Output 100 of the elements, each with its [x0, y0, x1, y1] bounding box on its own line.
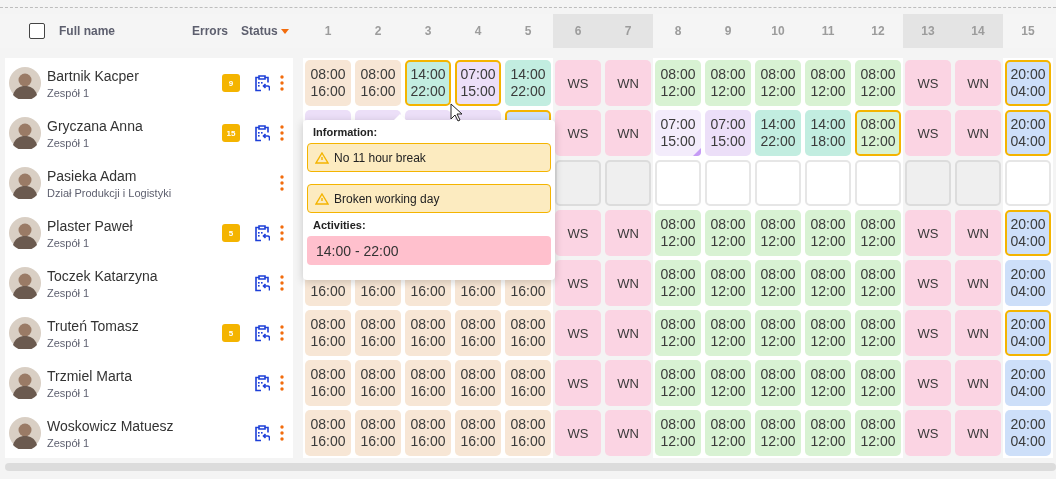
shift-cell[interactable]: 08:00 12:00: [805, 210, 851, 256]
empty-cell[interactable]: [605, 160, 651, 206]
shift-cell[interactable]: 08:00 12:00: [705, 360, 751, 406]
shift-cell[interactable]: 07:00 15:00: [655, 110, 701, 156]
shift-cell[interactable]: 08:00 16:00: [405, 410, 451, 456]
day-off-cell[interactable]: WS: [905, 360, 951, 406]
shift-cell[interactable]: 08:00 16:00: [455, 360, 501, 406]
shift-cell[interactable]: 08:00 16:00: [305, 310, 351, 356]
shift-cell[interactable]: 14:00 22:00: [405, 60, 451, 106]
shift-cell[interactable]: 08:00 12:00: [855, 60, 901, 106]
shift-cell[interactable]: 08:00 12:00: [855, 110, 901, 156]
shift-cell[interactable]: 08:00 16:00: [305, 60, 351, 106]
shift-cell[interactable]: 08:00 12:00: [805, 410, 851, 456]
empty-cell[interactable]: [1005, 160, 1051, 206]
more-icon[interactable]: [280, 425, 284, 441]
shift-cell[interactable]: 08:00 12:00: [655, 410, 701, 456]
day-off-cell[interactable]: WS: [905, 260, 951, 306]
shift-cell[interactable]: 08:00 16:00: [455, 410, 501, 456]
status-sort-button[interactable]: Status: [241, 24, 289, 38]
shift-cell[interactable]: 08:00 12:00: [855, 260, 901, 306]
empty-cell[interactable]: [855, 160, 901, 206]
shift-cell[interactable]: 08:00 12:00: [705, 410, 751, 456]
shift-cell[interactable]: 08:00 16:00: [355, 310, 401, 356]
shift-cell[interactable]: 08:00 16:00: [455, 310, 501, 356]
empty-cell[interactable]: [805, 160, 851, 206]
scrollbar[interactable]: [5, 463, 1056, 471]
day-off-cell[interactable]: WN: [605, 360, 651, 406]
shift-cell[interactable]: 20:00 04:00: [1005, 110, 1051, 156]
clipboard-icon[interactable]: [254, 274, 270, 292]
shift-cell[interactable]: 08:00 16:00: [505, 310, 551, 356]
more-icon[interactable]: [280, 225, 284, 241]
shift-cell[interactable]: 08:00 12:00: [655, 260, 701, 306]
clipboard-icon[interactable]: [254, 374, 270, 392]
shift-cell[interactable]: 14:00 22:00: [505, 60, 551, 106]
day-off-cell[interactable]: WS: [555, 260, 601, 306]
day-off-cell[interactable]: WS: [555, 60, 601, 106]
clipboard-icon[interactable]: [254, 224, 270, 242]
day-off-cell[interactable]: WN: [605, 410, 651, 456]
shift-cell[interactable]: 20:00 04:00: [1005, 310, 1051, 356]
day-off-cell[interactable]: WN: [605, 210, 651, 256]
shift-cell[interactable]: 07:00 15:00: [705, 110, 751, 156]
shift-cell[interactable]: 08:00 12:00: [755, 410, 801, 456]
shift-cell[interactable]: 14:00 18:00: [805, 110, 851, 156]
day-off-cell[interactable]: WN: [955, 410, 1001, 456]
day-off-cell[interactable]: WN: [605, 60, 651, 106]
day-off-cell[interactable]: WN: [955, 60, 1001, 106]
day-off-cell[interactable]: WS: [905, 310, 951, 356]
day-off-cell[interactable]: WS: [905, 110, 951, 156]
shift-cell[interactable]: 08:00 16:00: [355, 360, 401, 406]
clipboard-icon[interactable]: [254, 324, 270, 342]
shift-cell[interactable]: 08:00 16:00: [505, 360, 551, 406]
shift-cell[interactable]: 08:00 12:00: [755, 360, 801, 406]
empty-cell[interactable]: [705, 160, 751, 206]
column-header[interactable]: Full name: [59, 24, 192, 38]
empty-cell[interactable]: [955, 160, 1001, 206]
day-off-cell[interactable]: WS: [555, 410, 601, 456]
shift-cell[interactable]: 14:00 22:00: [755, 110, 801, 156]
shift-cell[interactable]: 08:00 12:00: [805, 360, 851, 406]
day-off-cell[interactable]: WS: [905, 60, 951, 106]
shift-cell[interactable]: 08:00 12:00: [705, 60, 751, 106]
day-off-cell[interactable]: WN: [605, 110, 651, 156]
more-icon[interactable]: [280, 325, 284, 341]
day-off-cell[interactable]: WN: [955, 260, 1001, 306]
shift-cell[interactable]: 08:00 12:00: [855, 410, 901, 456]
shift-cell[interactable]: 08:00 12:00: [805, 260, 851, 306]
shift-cell[interactable]: 08:00 12:00: [655, 360, 701, 406]
empty-cell[interactable]: [555, 160, 601, 206]
more-icon[interactable]: [280, 125, 284, 141]
shift-cell[interactable]: 08:00 16:00: [305, 360, 351, 406]
clipboard-icon[interactable]: [254, 124, 270, 142]
day-off-cell[interactable]: WN: [605, 310, 651, 356]
shift-cell[interactable]: 08:00 12:00: [755, 210, 801, 256]
day-off-cell[interactable]: WN: [605, 260, 651, 306]
shift-cell[interactable]: 08:00 16:00: [405, 360, 451, 406]
day-off-cell[interactable]: WS: [555, 210, 601, 256]
clipboard-icon[interactable]: [254, 74, 270, 92]
shift-cell[interactable]: 08:00 12:00: [655, 310, 701, 356]
shift-cell[interactable]: 08:00 16:00: [355, 60, 401, 106]
shift-cell[interactable]: 20:00 04:00: [1005, 410, 1051, 456]
day-off-cell[interactable]: WS: [555, 360, 601, 406]
shift-cell[interactable]: 08:00 16:00: [355, 410, 401, 456]
empty-cell[interactable]: [755, 160, 801, 206]
shift-cell[interactable]: 08:00 12:00: [655, 60, 701, 106]
more-icon[interactable]: [280, 375, 284, 391]
empty-cell[interactable]: [905, 160, 951, 206]
shift-cell[interactable]: 08:00 12:00: [705, 310, 751, 356]
shift-cell[interactable]: 08:00 12:00: [855, 360, 901, 406]
shift-cell[interactable]: 08:00 12:00: [705, 260, 751, 306]
more-icon[interactable]: [280, 175, 284, 191]
shift-cell[interactable]: 20:00 04:00: [1005, 210, 1051, 256]
column-header[interactable]: Errors: [192, 24, 241, 38]
shift-cell[interactable]: 08:00 12:00: [855, 210, 901, 256]
day-off-cell[interactable]: WS: [555, 110, 601, 156]
shift-cell[interactable]: 08:00 16:00: [305, 410, 351, 456]
shift-cell[interactable]: 08:00 12:00: [805, 310, 851, 356]
shift-cell[interactable]: 08:00 12:00: [805, 60, 851, 106]
clipboard-icon[interactable]: [254, 424, 270, 442]
day-off-cell[interactable]: WS: [905, 410, 951, 456]
day-off-cell[interactable]: WS: [905, 210, 951, 256]
shift-cell[interactable]: 08:00 12:00: [755, 60, 801, 106]
